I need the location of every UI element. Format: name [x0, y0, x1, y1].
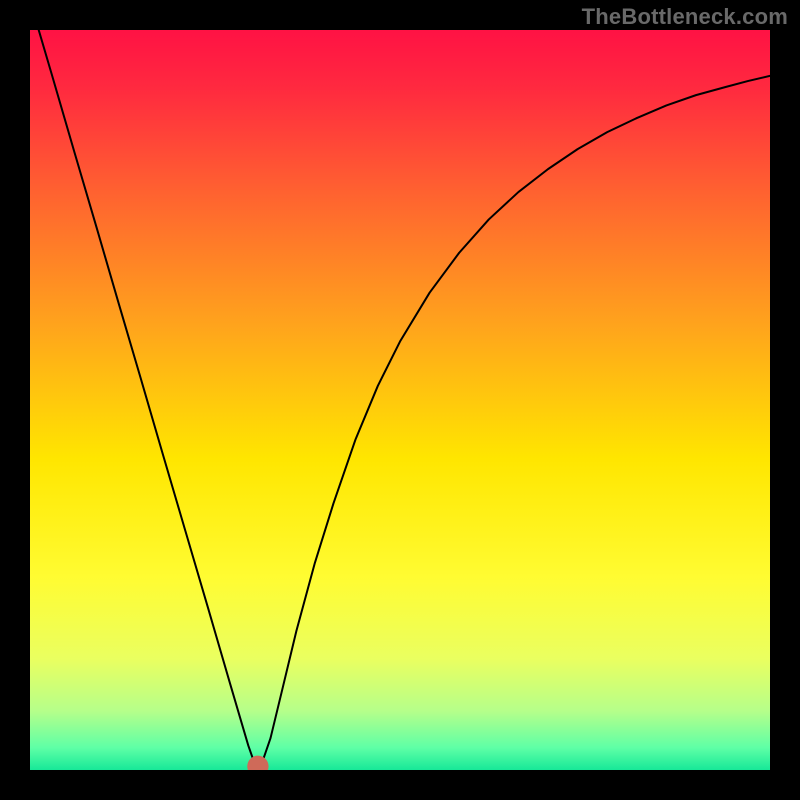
plot-svg [30, 30, 770, 770]
chart-frame: TheBottleneck.com [0, 0, 800, 800]
watermark-text: TheBottleneck.com [582, 4, 788, 30]
gradient-background [30, 30, 770, 770]
plot-area [30, 30, 770, 770]
